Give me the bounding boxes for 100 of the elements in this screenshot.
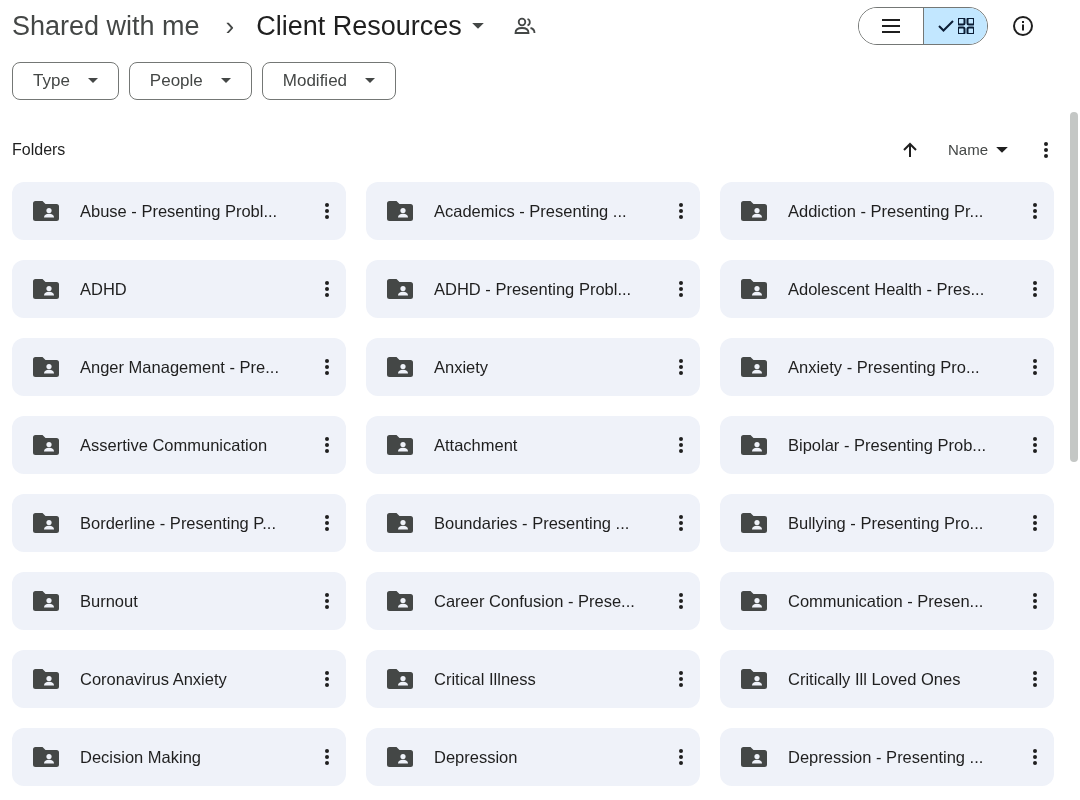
folder-name: Bipolar - Presenting Prob... <box>788 434 988 456</box>
folder-card[interactable]: Coronavirus Anxiety <box>12 650 346 708</box>
folder-card[interactable]: Critically Ill Loved Ones <box>720 650 1054 708</box>
folder-card[interactable]: Anxiety <box>366 338 700 396</box>
folder-card[interactable]: ADHD - Presenting Probl... <box>366 260 700 318</box>
folder-name: Communication - Presen... <box>788 590 985 612</box>
folder-name: Depression - Presenting ... <box>788 746 985 768</box>
caret-icon <box>220 78 231 84</box>
folder-card[interactable]: Borderline - Presenting P... <box>12 494 346 552</box>
folder-name: Abuse - Presenting Probl... <box>80 200 279 222</box>
filter-dropdown[interactable]: Modified <box>261 62 397 100</box>
shared-folder-icon <box>33 513 59 533</box>
sort-button[interactable]: Name <box>948 138 1008 162</box>
folder-name: Anger Management - Pre... <box>80 356 280 378</box>
shared-folder-icon <box>387 357 413 377</box>
people-icon[interactable] <box>513 17 536 35</box>
shared-folder-icon <box>741 357 767 377</box>
grid-view-button[interactable] <box>923 8 987 44</box>
shared-folder-icon <box>33 279 59 299</box>
info-icon[interactable] <box>1012 15 1034 37</box>
folder-card[interactable]: Assertive Communication <box>12 416 346 474</box>
scrollbar[interactable] <box>1070 112 1078 462</box>
caret-icon <box>87 78 98 84</box>
shared-folder-icon <box>387 747 413 767</box>
folder-card[interactable]: Addiction - Presenting Pr... <box>720 182 1054 240</box>
folder-card[interactable]: Boundaries - Presenting ... <box>366 494 700 552</box>
folder-card[interactable]: Depression - Presenting ... <box>720 728 1054 786</box>
shared-folder-icon <box>387 279 413 299</box>
shared-folder-icon <box>387 435 413 455</box>
filter-dropdown[interactable]: People <box>128 62 252 100</box>
folder-card[interactable]: Anxiety - Presenting Pro... <box>720 338 1054 396</box>
shared-folder-icon <box>741 279 767 299</box>
folder-name: Borderline - Presenting P... <box>80 512 277 534</box>
folder-name: Assertive Communication <box>80 434 269 456</box>
folder-name: Bullying - Presenting Pro... <box>788 512 985 534</box>
folder-card[interactable]: Anger Management - Pre... <box>12 338 346 396</box>
folder-card[interactable]: ADHD <box>12 260 346 318</box>
folder-name: Boundaries - Presenting ... <box>434 512 631 534</box>
more-icon <box>678 358 684 376</box>
folder-card[interactable]: Abuse - Presenting Probl... <box>12 182 346 240</box>
shared-folder-icon <box>387 201 413 221</box>
check-icon <box>937 20 954 32</box>
more-icon <box>678 514 684 532</box>
shared-folder-icon <box>33 201 59 221</box>
folder-name: Critical Illness <box>434 668 537 690</box>
folder-card[interactable]: Communication - Presen... <box>720 572 1054 630</box>
folder-card[interactable]: Critical Illness <box>366 650 700 708</box>
shared-folder-icon <box>33 591 59 611</box>
shared-folder-icon <box>33 435 59 455</box>
folder-card[interactable]: Bullying - Presenting Pro... <box>720 494 1054 552</box>
folder-card[interactable]: Depression <box>366 728 700 786</box>
folder-name: Anxiety <box>434 356 490 378</box>
folder-card[interactable]: Academics - Presenting ... <box>366 182 700 240</box>
shared-folder-icon <box>741 435 767 455</box>
more-icon <box>324 748 330 766</box>
folder-name: ADHD - Presenting Probl... <box>434 278 633 300</box>
shared-folder-icon <box>33 357 59 377</box>
more-icon <box>324 670 330 688</box>
more-icon <box>324 514 330 532</box>
caret-icon <box>365 78 376 84</box>
shared-folder-icon <box>33 669 59 689</box>
folder-card[interactable]: Decision Making <box>12 728 346 786</box>
folder-name: Burnout <box>80 590 139 612</box>
more-icon <box>678 436 684 454</box>
folder-card[interactable]: Burnout <box>12 572 346 630</box>
shared-folder-icon <box>387 669 413 689</box>
more-icon <box>1032 670 1038 688</box>
more-icon <box>1032 748 1038 766</box>
more-icon <box>678 202 684 220</box>
current-folder-button[interactable]: Client Resources <box>256 5 484 47</box>
folder-card[interactable]: Adolescent Health - Pres... <box>720 260 1054 318</box>
folder-name: Academics - Presenting ... <box>434 200 628 222</box>
more-icon <box>1032 280 1038 298</box>
more-icon <box>324 436 330 454</box>
more-icon <box>678 280 684 298</box>
folder-name: Addiction - Presenting Pr... <box>788 200 985 222</box>
list-icon <box>882 19 900 33</box>
folder-card[interactable]: Career Confusion - Prese... <box>366 572 700 630</box>
folder-name: Depression <box>434 746 519 768</box>
shared-folder-icon <box>741 669 767 689</box>
folder-name: Critically Ill Loved Ones <box>788 668 962 690</box>
folder-name: Coronavirus Anxiety <box>80 668 228 690</box>
breadcrumb-link[interactable]: Shared with me <box>12 5 200 47</box>
more-icon <box>1032 514 1038 532</box>
folder-name: ADHD <box>80 278 128 300</box>
shared-folder-icon <box>741 513 767 533</box>
more-icon <box>324 202 330 220</box>
caret-icon <box>471 22 484 30</box>
folder-name: Career Confusion - Prese... <box>434 590 636 612</box>
folder-name: Decision Making <box>80 746 203 768</box>
shared-folder-icon <box>387 591 413 611</box>
more-icon <box>1032 436 1038 454</box>
folder-card[interactable]: Attachment <box>366 416 700 474</box>
more-icon <box>1032 202 1038 220</box>
folder-card[interactable]: Bipolar - Presenting Prob... <box>720 416 1054 474</box>
shared-folder-icon <box>741 591 767 611</box>
filter-dropdown[interactable]: Type <box>12 62 119 100</box>
folder-name: Anxiety - Presenting Pro... <box>788 356 981 378</box>
arrow-up-icon[interactable] <box>902 142 918 158</box>
shared-folder-icon <box>741 201 767 221</box>
